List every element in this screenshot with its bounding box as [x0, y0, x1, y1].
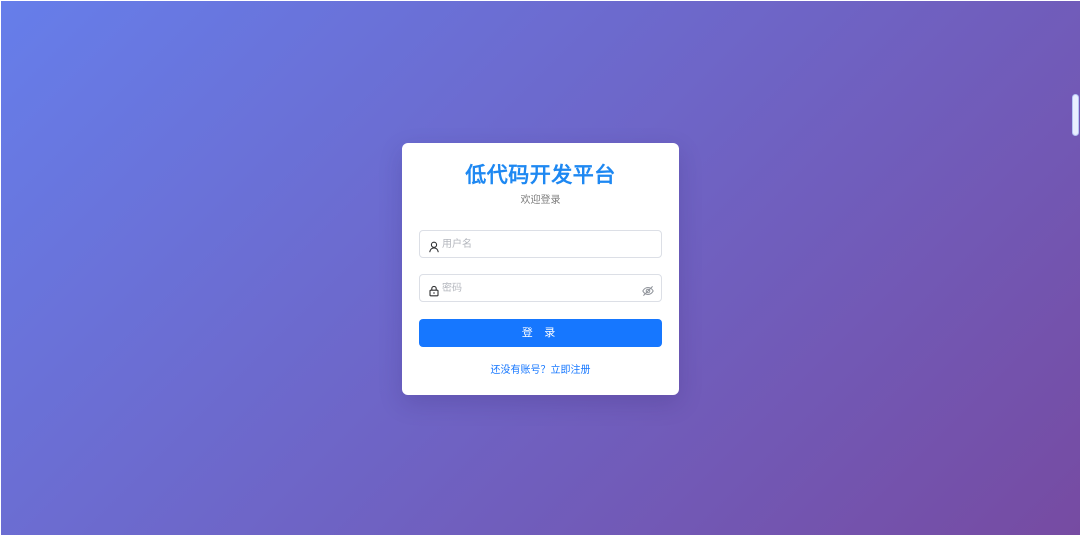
password-field[interactable]: [419, 274, 662, 302]
gradient-background: 低代码开发平台 欢迎登录 用户名 登 录 还没有账号？立即注册: [1, 1, 1080, 535]
scrollbar-handle[interactable]: [1072, 94, 1079, 136]
page-title: 低代码开发平台: [465, 163, 616, 187]
password-input[interactable]: [442, 275, 634, 301]
lock-icon: [428, 282, 440, 297]
user-icon: [428, 238, 440, 253]
login-card: 低代码开发平台 欢迎登录 用户名 登 录 还没有账号？立即注册: [402, 143, 679, 395]
username-input[interactable]: [442, 231, 634, 257]
login-button[interactable]: 登 录: [419, 319, 662, 347]
welcome-subtitle: 欢迎登录: [520, 195, 561, 206]
register-link[interactable]: 还没有账号？立即注册: [402, 364, 679, 378]
eye-off-icon[interactable]: [642, 282, 654, 296]
username-field[interactable]: [419, 230, 662, 258]
